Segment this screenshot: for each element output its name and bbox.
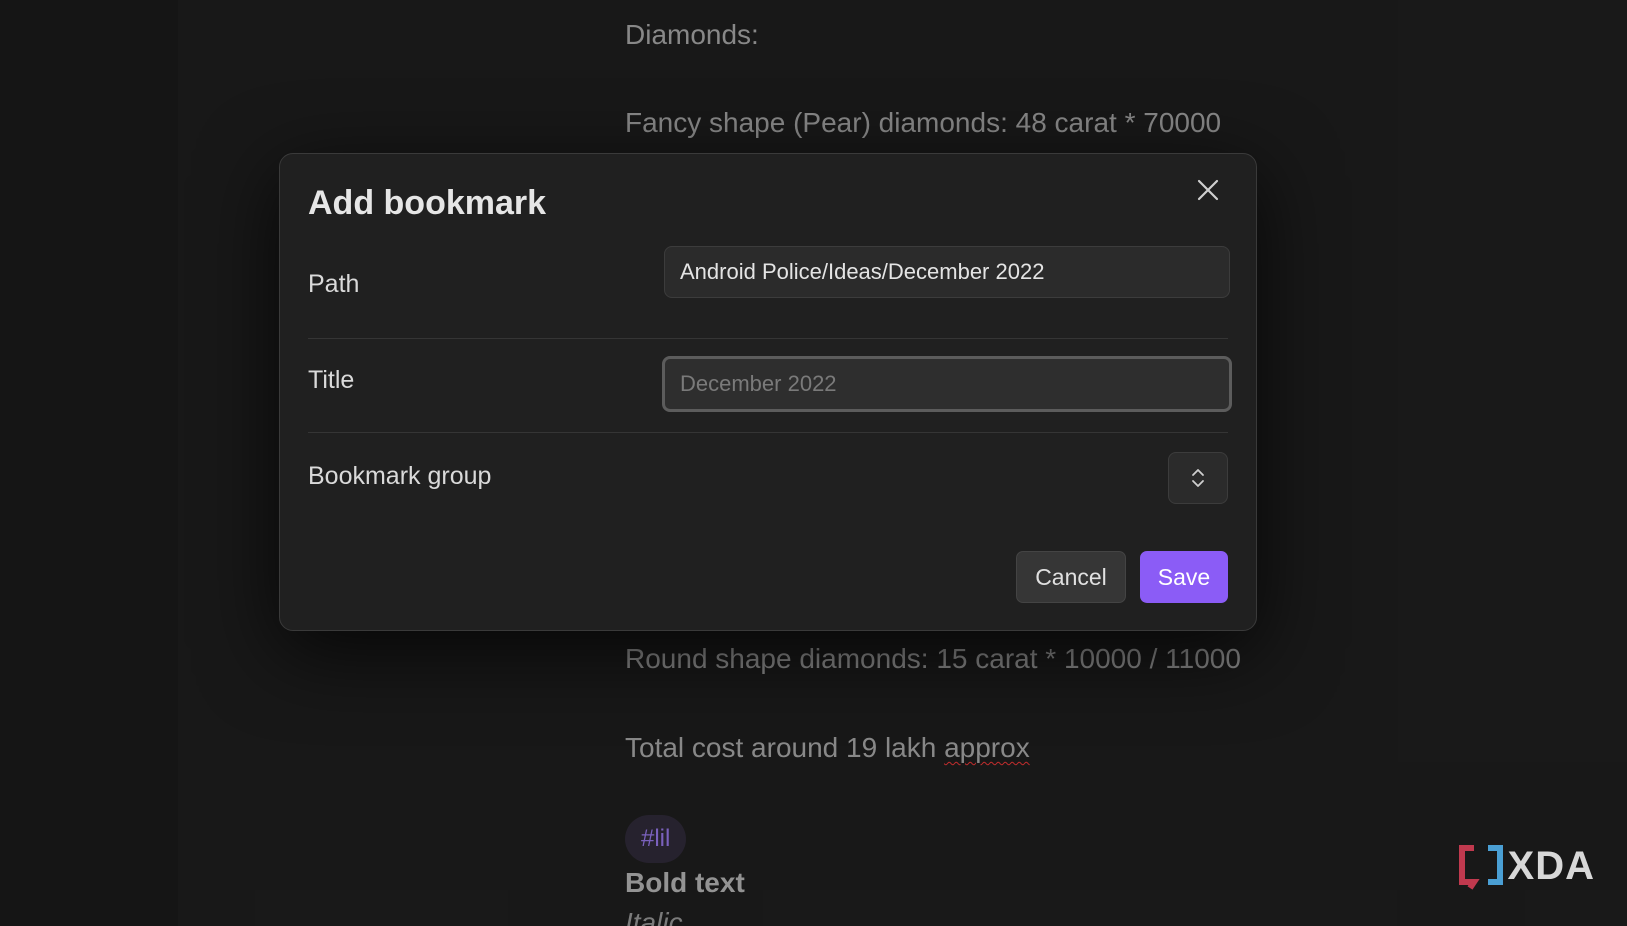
save-button[interactable]: Save bbox=[1140, 551, 1228, 603]
xda-watermark: XDA bbox=[1458, 842, 1595, 890]
dialog-title: Add bookmark bbox=[308, 184, 547, 222]
xda-logo-icon bbox=[1458, 845, 1503, 890]
path-label: Path bbox=[308, 270, 360, 298]
close-button[interactable] bbox=[1188, 170, 1228, 210]
bookmark-group-row: Bookmark group bbox=[308, 432, 1228, 528]
cancel-button[interactable]: Cancel bbox=[1016, 551, 1126, 603]
watermark-text: XDA bbox=[1507, 843, 1595, 888]
path-row: Path Android Police/Ideas/December 2022 bbox=[308, 246, 1230, 339]
bookmark-group-select[interactable] bbox=[1168, 452, 1228, 504]
title-label: Title bbox=[308, 366, 355, 394]
path-field[interactable]: Android Police/Ideas/December 2022 bbox=[664, 246, 1230, 298]
chevron-up-down-icon bbox=[1192, 469, 1204, 487]
title-row: Title bbox=[308, 338, 1232, 433]
app-window: Diamonds: Fancy shape (Pear) diamonds: 4… bbox=[0, 0, 1627, 926]
bookmark-group-label: Bookmark group bbox=[308, 462, 492, 490]
add-bookmark-dialog: Add bookmark Path Android Police/Ideas/D… bbox=[279, 153, 1257, 631]
title-input[interactable] bbox=[662, 356, 1232, 412]
close-icon bbox=[1197, 179, 1219, 201]
